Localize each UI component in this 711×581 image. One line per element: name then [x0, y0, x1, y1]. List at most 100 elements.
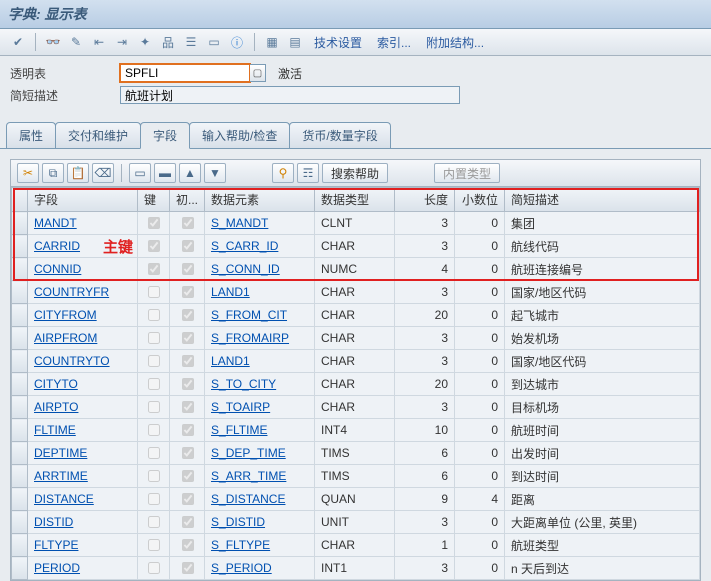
- copy-icon[interactable]: ⧉: [42, 163, 64, 183]
- row-selector[interactable]: [12, 235, 28, 258]
- tab-inputhelp[interactable]: 输入帮助/检查: [189, 122, 290, 148]
- wand-icon[interactable]: ✦: [135, 32, 155, 52]
- field-link[interactable]: AIRPTO: [34, 400, 78, 414]
- field-link[interactable]: DISTID: [34, 515, 73, 529]
- info-icon[interactable]: ⓘ: [227, 32, 247, 52]
- dataelem-link[interactable]: S_TO_CITY: [211, 377, 276, 391]
- cell-field[interactable]: PERIOD: [28, 557, 138, 580]
- col-shortdesc[interactable]: 简短描述: [505, 188, 700, 212]
- cell-dataelem[interactable]: LAND1: [205, 281, 315, 304]
- expand-icon[interactable]: ▭: [129, 163, 151, 183]
- sort-asc-icon[interactable]: ▲: [179, 163, 201, 183]
- cell-dataelem[interactable]: S_TO_CITY: [205, 373, 315, 396]
- collapse-icon[interactable]: ▬: [154, 163, 176, 183]
- dataelem-link[interactable]: S_DISTANCE: [211, 492, 285, 506]
- cell-dataelem[interactable]: S_DISTANCE: [205, 488, 315, 511]
- field-link[interactable]: COUNTRYTO: [34, 354, 110, 368]
- table-row[interactable]: COUNTRYTOLAND1CHAR30国家/地区代码: [12, 350, 700, 373]
- check-icon[interactable]: ✔: [8, 32, 28, 52]
- cell-field[interactable]: CITYFROM: [28, 304, 138, 327]
- table-row[interactable]: AIRPFROMS_FROMAIRPCHAR30始发机场: [12, 327, 700, 350]
- field-link[interactable]: DISTANCE: [34, 492, 94, 506]
- cell-dataelem[interactable]: S_FLTYPE: [205, 534, 315, 557]
- cell-field[interactable]: CITYTO: [28, 373, 138, 396]
- col-dataelem[interactable]: 数据元素: [205, 188, 315, 212]
- row-selector[interactable]: [12, 442, 28, 465]
- row-selector[interactable]: [12, 419, 28, 442]
- cell-dataelem[interactable]: S_PERIOD: [205, 557, 315, 580]
- append-button[interactable]: 附加结构...: [420, 34, 490, 51]
- field-link[interactable]: CITYTO: [34, 377, 78, 391]
- cell-dataelem[interactable]: S_MANDT: [205, 212, 315, 235]
- dataelem-link[interactable]: LAND1: [211, 285, 250, 299]
- row-selector[interactable]: [12, 212, 28, 235]
- dataelem-link[interactable]: S_FROMAIRP: [211, 331, 289, 345]
- find-icon[interactable]: ⚲: [272, 163, 294, 183]
- col-datatype[interactable]: 数据类型: [315, 188, 395, 212]
- cell-dataelem[interactable]: S_FROM_CIT: [205, 304, 315, 327]
- row-selector[interactable]: [12, 350, 28, 373]
- table-row[interactable]: FLTIMES_FLTIMEINT4100航班时间: [12, 419, 700, 442]
- table-row[interactable]: DEPTIMES_DEP_TIMETIMS60出发时间: [12, 442, 700, 465]
- table-row[interactable]: PERIODS_PERIODINT130n 天后到达: [12, 557, 700, 580]
- row-selector[interactable]: [12, 488, 28, 511]
- row-selector[interactable]: [12, 534, 28, 557]
- glasses-icon[interactable]: 👓: [43, 32, 63, 52]
- table-row[interactable]: CITYFROMS_FROM_CITCHAR200起飞城市: [12, 304, 700, 327]
- table-row[interactable]: COUNTRYFRLAND1CHAR30国家/地区代码: [12, 281, 700, 304]
- col-length[interactable]: 长度: [395, 188, 455, 212]
- field-link[interactable]: COUNTRYFR: [34, 285, 109, 299]
- doc-icon[interactable]: ▭: [204, 32, 224, 52]
- cell-field[interactable]: DEPTIME: [28, 442, 138, 465]
- tab-fields[interactable]: 字段: [140, 122, 190, 149]
- cell-dataelem[interactable]: S_DISTID: [205, 511, 315, 534]
- cell-dataelem[interactable]: S_CARR_ID: [205, 235, 315, 258]
- f4-help-icon[interactable]: ▢: [250, 64, 266, 82]
- hierarchy-icon[interactable]: 品: [158, 32, 178, 52]
- cell-field[interactable]: CONNID: [28, 258, 138, 281]
- field-link[interactable]: ARRTIME: [34, 469, 88, 483]
- table-row[interactable]: AIRPTOS_TOAIRPCHAR30目标机场: [12, 396, 700, 419]
- table-row[interactable]: MANDTS_MANDTCLNT30集团: [12, 212, 700, 235]
- cell-field[interactable]: MANDT: [28, 212, 138, 235]
- row-selector[interactable]: [12, 465, 28, 488]
- cell-field[interactable]: AIRPTO: [28, 396, 138, 419]
- paste-icon[interactable]: 📋: [67, 163, 89, 183]
- table-row[interactable]: DISTIDS_DISTIDUNIT30大距离单位 (公里, 英里): [12, 511, 700, 534]
- row-selector[interactable]: [12, 258, 28, 281]
- dataelem-link[interactable]: S_TOAIRP: [211, 400, 270, 414]
- dataelem-link[interactable]: S_ARR_TIME: [211, 469, 286, 483]
- row-selector[interactable]: [12, 511, 28, 534]
- field-link[interactable]: MANDT: [34, 216, 77, 230]
- where-used-icon[interactable]: ☶: [297, 163, 319, 183]
- cell-dataelem[interactable]: S_FLTIME: [205, 419, 315, 442]
- table-row[interactable]: ARRTIMES_ARR_TIMETIMS60到达时间: [12, 465, 700, 488]
- cell-field[interactable]: ARRTIME: [28, 465, 138, 488]
- dataelem-link[interactable]: S_DEP_TIME: [211, 446, 286, 460]
- cell-field[interactable]: CARRID: [28, 235, 138, 258]
- activate-prev-icon[interactable]: ⇤: [89, 32, 109, 52]
- tech-settings-button[interactable]: 技术设置: [308, 34, 368, 51]
- field-link[interactable]: FLTYPE: [34, 538, 78, 552]
- grid-icon[interactable]: ▦: [262, 32, 282, 52]
- cell-field[interactable]: FLTIME: [28, 419, 138, 442]
- sort-desc-icon[interactable]: ▼: [204, 163, 226, 183]
- table-row[interactable]: CITYTOS_TO_CITYCHAR200到达城市: [12, 373, 700, 396]
- cell-field[interactable]: COUNTRYFR: [28, 281, 138, 304]
- delete-row-icon[interactable]: ⌫: [92, 163, 114, 183]
- col-decimals[interactable]: 小数位: [455, 188, 505, 212]
- cell-field[interactable]: DISTID: [28, 511, 138, 534]
- dataelem-link[interactable]: S_PERIOD: [211, 561, 272, 575]
- tree-icon[interactable]: ☰: [181, 32, 201, 52]
- field-link[interactable]: FLTIME: [34, 423, 76, 437]
- row-selector[interactable]: [12, 304, 28, 327]
- edit-icon[interactable]: ✎: [66, 32, 86, 52]
- dataelem-link[interactable]: S_FROM_CIT: [211, 308, 287, 322]
- tab-delivery[interactable]: 交付和维护: [55, 122, 141, 148]
- cell-field[interactable]: FLTYPE: [28, 534, 138, 557]
- field-link[interactable]: PERIOD: [34, 561, 80, 575]
- cell-dataelem[interactable]: S_DEP_TIME: [205, 442, 315, 465]
- field-link[interactable]: CITYFROM: [34, 308, 97, 322]
- row-selector[interactable]: [12, 373, 28, 396]
- cell-dataelem[interactable]: S_TOAIRP: [205, 396, 315, 419]
